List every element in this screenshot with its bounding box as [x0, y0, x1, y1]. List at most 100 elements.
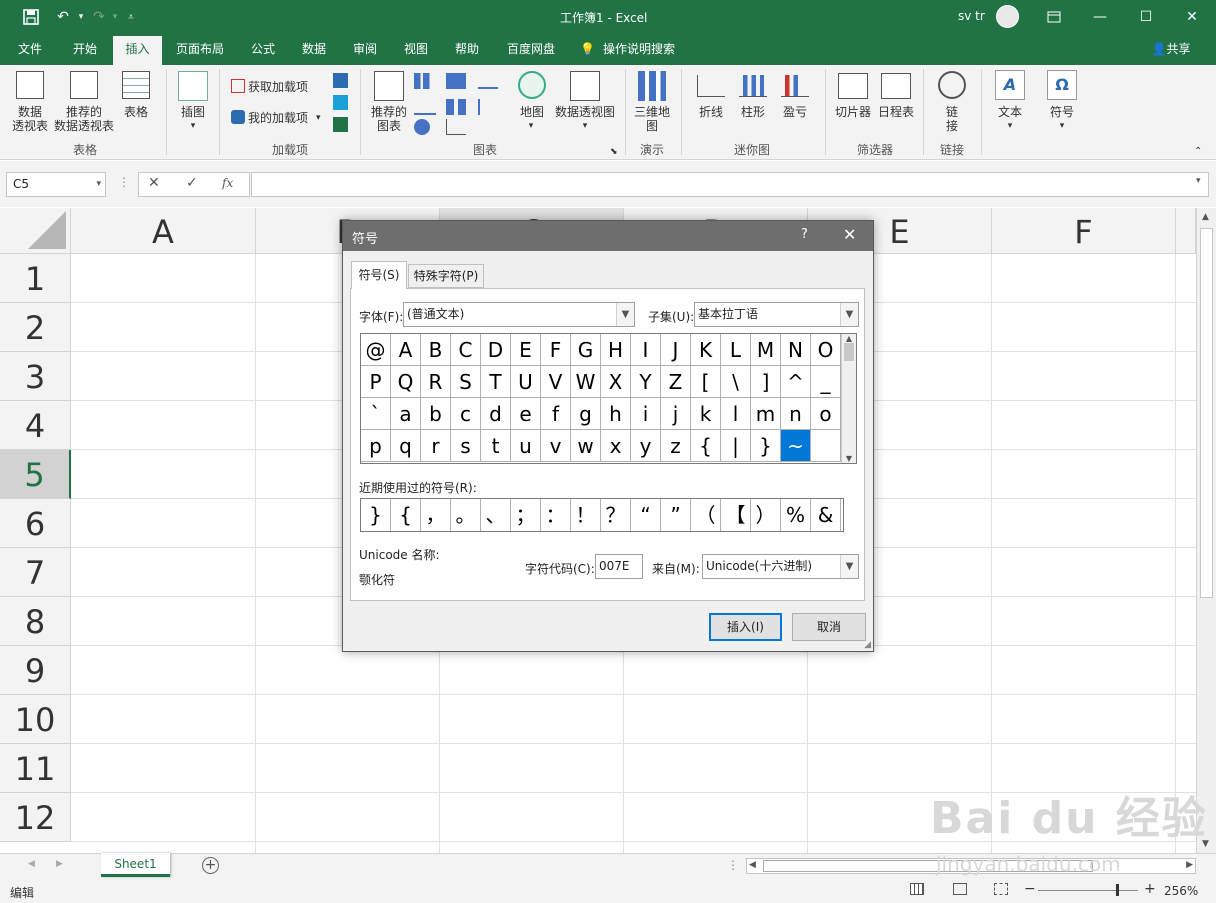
recent-symbol-cell[interactable]: （ [691, 499, 721, 531]
symbol-cell[interactable]: } [751, 430, 781, 462]
font-select[interactable]: (普通文本) ▼ [403, 302, 635, 327]
symbol-cell[interactable]: n [781, 398, 811, 430]
recent-symbol-cell[interactable]: 、 [481, 499, 511, 531]
cancel-button[interactable]: 取消 [792, 613, 866, 641]
combo-chart-icon[interactable] [478, 99, 498, 115]
slicer-button[interactable]: 切片器 [832, 105, 874, 119]
scroll-right-icon[interactable]: ▶ [1186, 860, 1193, 870]
share-button[interactable]: 👤共享 [1145, 33, 1197, 65]
zoom-slider[interactable] [1038, 890, 1138, 891]
symbol-cell[interactable]: ~ [781, 430, 811, 462]
vertical-scrollbar[interactable]: ▲ ▼ [1196, 208, 1216, 853]
row-header[interactable]: 2 [0, 303, 71, 352]
formula-input[interactable] [251, 172, 1209, 197]
text-button[interactable]: 文本 [992, 105, 1028, 119]
close-icon[interactable]: ✕ [1169, 0, 1215, 33]
symbol-cell[interactable]: W [571, 366, 601, 398]
recent-symbol-cell[interactable]: % [781, 499, 811, 531]
select-all-corner[interactable] [0, 208, 71, 254]
symbol-cell[interactable]: r [421, 430, 451, 462]
sheet-split-grip-icon[interactable]: ⋮ [727, 858, 739, 872]
symbol-cell[interactable]: _ [811, 366, 841, 398]
row-header[interactable]: 10 [0, 695, 71, 744]
symbol-cell[interactable]: H [601, 334, 631, 366]
recent-symbol-cell[interactable]: ， [421, 499, 451, 531]
tab-view[interactable]: 视图 [393, 33, 439, 65]
recent-symbol-cell[interactable]: ？ [601, 499, 631, 531]
font-dropdown-icon[interactable]: ▼ [616, 303, 634, 326]
recent-symbol-cell[interactable]: ： [541, 499, 571, 531]
symbol-cell[interactable]: Q [391, 366, 421, 398]
avatar[interactable] [996, 5, 1019, 28]
symbol-cell[interactable]: Y [631, 366, 661, 398]
row-header[interactable]: 6 [0, 499, 71, 548]
symbol-cell[interactable]: w [571, 430, 601, 462]
symbol-cell[interactable]: E [511, 334, 541, 366]
name-box-dropdown-icon[interactable]: ▾ [96, 173, 101, 196]
tab-data[interactable]: 数据 [291, 33, 337, 65]
char-code-input[interactable]: 007E [595, 554, 643, 579]
column-chart-icon[interactable] [414, 73, 436, 89]
symbol-cell[interactable]: T [481, 366, 511, 398]
symbol-cell[interactable]: N [781, 334, 811, 366]
sparkline-column-button[interactable]: 柱形 [736, 105, 770, 119]
sheet-next-icon[interactable]: ▶ [56, 859, 63, 869]
recent-symbol-cell[interactable]: 【 [721, 499, 751, 531]
sheet-prev-icon[interactable]: ◀ [28, 859, 35, 869]
sheet-tab[interactable]: Sheet1 [101, 853, 170, 877]
tab-review[interactable]: 审阅 [342, 33, 388, 65]
zoom-in-icon[interactable]: + [1144, 881, 1156, 897]
symbol-cell[interactable]: ^ [781, 366, 811, 398]
symbol-cell[interactable]: z [661, 430, 691, 462]
recent-symbol-cell[interactable]: “ [631, 499, 661, 531]
symbol-cell[interactable]: i [631, 398, 661, 430]
symbol-cell[interactable]: j [661, 398, 691, 430]
page-layout-view-icon[interactable] [953, 883, 967, 895]
symbol-cell[interactable]: B [421, 334, 451, 366]
symbol-cell[interactable]: D [481, 334, 511, 366]
symbol-cell[interactable]: m [751, 398, 781, 430]
line-chart-icon[interactable] [414, 99, 436, 115]
link-button[interactable]: 链 接 [940, 105, 964, 133]
recommended-charts-button[interactable]: 推荐的 图表 [368, 105, 410, 133]
scroll-up-icon[interactable]: ▲ [1202, 212, 1209, 222]
symbol-cell[interactable]: L [721, 334, 751, 366]
collapse-ribbon-icon[interactable]: ⌃ [1194, 145, 1202, 159]
tab-insert[interactable]: 插入 [113, 36, 162, 65]
resize-grip-icon[interactable]: ◢ [864, 640, 871, 650]
symbol-cell[interactable]: b [421, 398, 451, 430]
tab-baidu-netdisk[interactable]: 百度网盘 [499, 33, 563, 65]
scroll-left-icon[interactable]: ◀ [749, 860, 756, 870]
recent-symbol-cell[interactable]: ！ [571, 499, 601, 531]
symbol-cell[interactable]: q [391, 430, 421, 462]
column-header[interactable] [1176, 208, 1196, 254]
recommended-pivot-button[interactable]: 推荐的 数据透视表 [52, 105, 116, 133]
symbol-cell[interactable] [811, 430, 841, 462]
symbol-cell[interactable]: e [511, 398, 541, 430]
expand-formula-bar-icon[interactable]: ▾ [1196, 176, 1201, 186]
people-graph-icon[interactable] [333, 117, 348, 132]
zoom-out-icon[interactable]: − [1024, 881, 1036, 897]
tell-me-search[interactable]: 💡 操作说明搜索 [580, 33, 690, 65]
insert-button[interactable]: 插入(I) [709, 613, 782, 641]
cancel-entry-icon[interactable]: ✕ [148, 175, 160, 191]
visio-icon[interactable] [333, 73, 348, 88]
symbol-cell[interactable]: R [421, 366, 451, 398]
symbol-cell[interactable]: d [481, 398, 511, 430]
column-header[interactable]: F [992, 208, 1176, 254]
table-button[interactable]: 表格 [118, 105, 154, 119]
timeline-button[interactable]: 日程表 [875, 105, 917, 119]
symbol-cell[interactable]: f [541, 398, 571, 430]
tab-special-chars[interactable]: 特殊字符(P) [408, 264, 484, 288]
symbol-cell[interactable]: u [511, 430, 541, 462]
symbol-scroll-down-icon[interactable]: ▼ [842, 454, 856, 463]
normal-view-icon[interactable] [910, 883, 924, 895]
symbol-cell[interactable]: S [451, 366, 481, 398]
symbol-cell[interactable]: v [541, 430, 571, 462]
symbol-cell[interactable]: I [631, 334, 661, 366]
subset-select[interactable]: 基本拉丁语 ▼ [694, 302, 859, 327]
symbol-cell[interactable]: y [631, 430, 661, 462]
symbol-cell[interactable]: o [811, 398, 841, 430]
help-button[interactable]: ? [801, 227, 808, 242]
symbol-cell[interactable]: t [481, 430, 511, 462]
